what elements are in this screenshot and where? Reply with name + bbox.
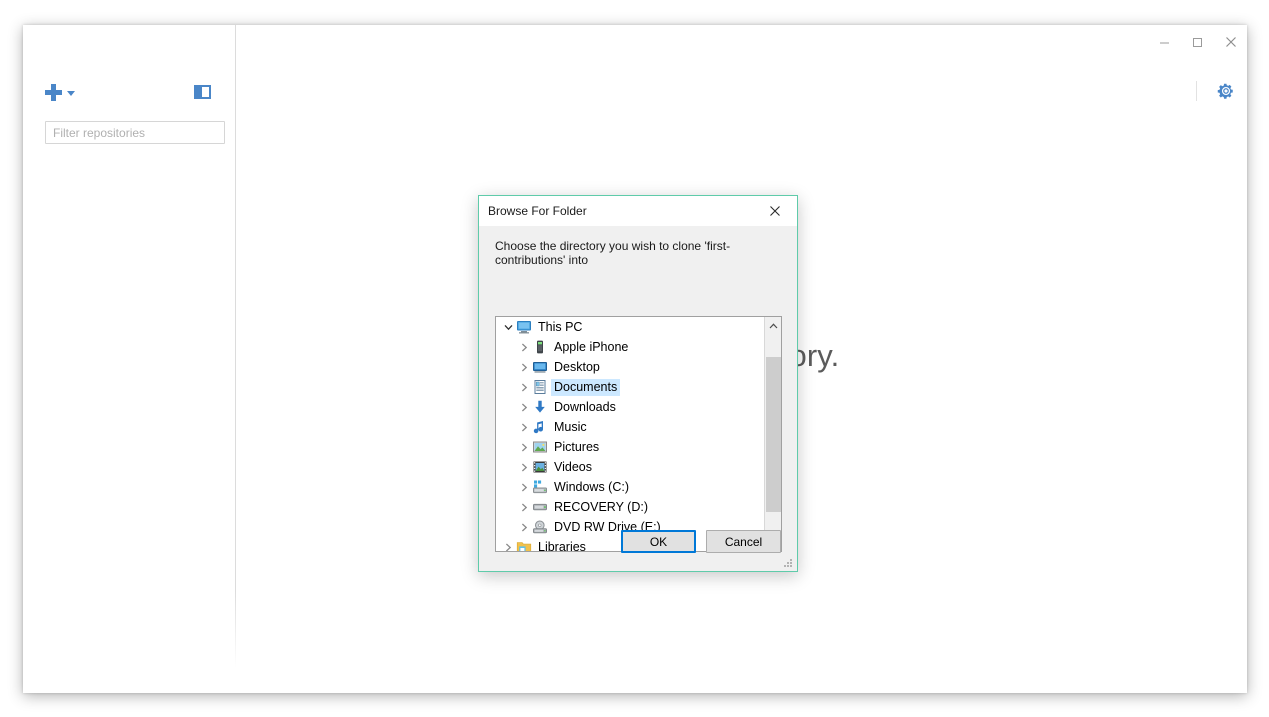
tree-item-label: RECOVERY (D:) — [554, 499, 649, 514]
filter-repositories-input[interactable] — [45, 121, 225, 144]
desktop-icon — [532, 359, 548, 375]
plus-icon — [45, 83, 62, 101]
repository-sidebar — [23, 25, 235, 693]
tree-expander[interactable] — [516, 419, 532, 435]
tree-item-apple-iphone[interactable]: Apple iPhone — [496, 337, 764, 357]
chevron-right-icon — [521, 463, 527, 471]
resize-grip-icon[interactable] — [782, 557, 794, 569]
tree-expander[interactable] — [500, 539, 516, 551]
tree-item-videos[interactable]: Videos — [496, 457, 764, 477]
tree-item-windows-c[interactable]: Windows (C:) — [496, 477, 764, 497]
add-repository-button[interactable] — [45, 83, 75, 101]
ok-button[interactable]: OK — [621, 530, 696, 553]
tree-item-label: Videos — [554, 459, 592, 474]
tree-item-label: Pictures — [554, 439, 600, 454]
chevron-right-icon — [521, 503, 527, 511]
tree-item-label: This PC — [538, 319, 583, 334]
folder-tree-rows: This PC Apple iPhone Desktop Documents Downl… — [496, 317, 764, 551]
sysdrive-icon — [532, 479, 548, 495]
tree-expander[interactable] — [516, 399, 532, 415]
monitor-icon — [516, 319, 532, 335]
chevron-right-icon — [521, 423, 527, 431]
sidebar-toolbar — [23, 71, 235, 113]
dialog-button-row: OK Cancel — [621, 530, 781, 553]
tree-expander[interactable] — [516, 519, 532, 535]
tree-expander[interactable] — [516, 339, 532, 355]
toggle-sidebar-button[interactable] — [194, 85, 211, 99]
dialog-prompt-text: Choose the directory you wish to clone '… — [495, 239, 731, 267]
tree-expander[interactable] — [516, 499, 532, 515]
chevron-right-icon — [505, 543, 511, 551]
tree-item-recovery-d[interactable]: RECOVERY (D:) — [496, 497, 764, 517]
tree-item-label: Downloads — [554, 399, 616, 414]
tree-item-pictures[interactable]: Pictures — [496, 437, 764, 457]
dialog-close-button[interactable] — [753, 197, 797, 226]
tree-expander[interactable] — [500, 319, 516, 335]
browse-for-folder-dialog: Browse For Folder Choose the directory y… — [478, 195, 798, 572]
dialog-title: Browse For Folder — [488, 204, 587, 218]
disc-icon — [532, 519, 548, 535]
music-icon — [532, 419, 548, 435]
tree-item-documents[interactable]: Documents — [496, 377, 764, 397]
tree-item-downloads[interactable]: Downloads — [496, 397, 764, 417]
folder-tree-view[interactable]: This PC Apple iPhone Desktop Documents Downl… — [495, 316, 782, 552]
tree-item-label: Windows (C:) — [554, 479, 630, 494]
pictures-icon — [532, 439, 548, 455]
tree-item-music[interactable]: Music — [496, 417, 764, 437]
tree-item-desktop[interactable]: Desktop — [496, 357, 764, 377]
scroll-up-button[interactable] — [765, 317, 781, 334]
tree-expander[interactable] — [516, 479, 532, 495]
chevron-up-icon — [769, 322, 777, 328]
phone-icon — [532, 339, 548, 355]
chevron-right-icon — [521, 383, 527, 391]
document-icon — [532, 379, 548, 395]
tree-expander[interactable] — [516, 459, 532, 475]
dialog-body: Choose the directory you wish to clone '… — [479, 226, 797, 571]
chevron-right-icon — [521, 363, 527, 371]
videos-icon — [532, 459, 548, 475]
tree-item-label: Libraries — [538, 539, 586, 552]
tree-item-this-pc[interactable]: This PC — [496, 317, 764, 337]
cancel-button[interactable]: Cancel — [706, 530, 781, 553]
chevron-right-icon — [521, 343, 527, 351]
chevron-down-icon — [504, 324, 512, 330]
tree-scrollbar[interactable] — [764, 317, 781, 551]
scrollbar-thumb[interactable] — [766, 357, 781, 512]
chevron-right-icon — [521, 443, 527, 451]
tree-item-label: Desktop — [554, 359, 600, 374]
tree-item-label: Documents — [551, 378, 621, 396]
download-icon — [532, 399, 548, 415]
tree-expander[interactable] — [516, 379, 532, 395]
drive-icon — [532, 499, 548, 515]
chevron-right-icon — [521, 403, 527, 411]
tree-item-label: Music — [554, 419, 587, 434]
tree-expander[interactable] — [516, 439, 532, 455]
tree-item-label: Apple iPhone — [554, 339, 629, 354]
chevron-right-icon — [521, 483, 527, 491]
chevron-right-icon — [521, 523, 527, 531]
screen: g a repository. Browse For Folder Choose… — [0, 0, 1269, 717]
tree-expander[interactable] — [516, 359, 532, 375]
dialog-titlebar: Browse For Folder — [479, 196, 797, 226]
folder-icon — [516, 539, 532, 551]
close-icon — [770, 206, 780, 216]
chevron-down-icon — [67, 91, 75, 96]
